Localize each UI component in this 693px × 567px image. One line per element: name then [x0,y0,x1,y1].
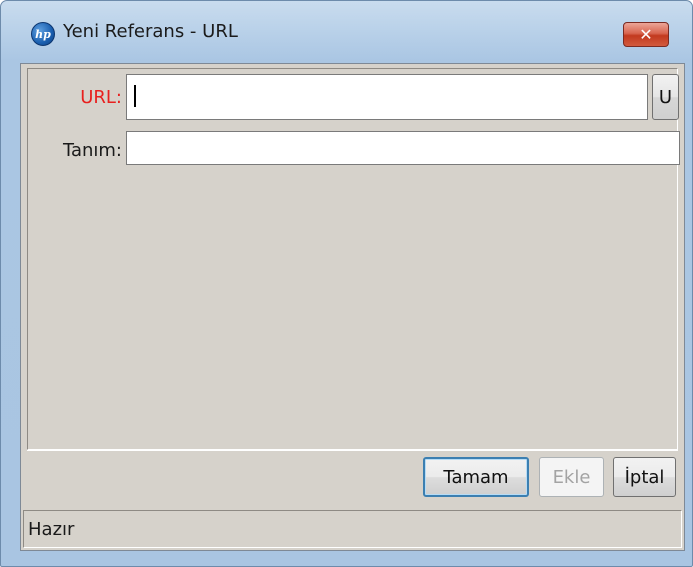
form-panel: URL: U Tanım: [27,68,680,450]
ok-button[interactable]: Tamam [423,457,529,497]
status-bar: Hazır [23,510,682,548]
url-label: URL: [80,87,122,108]
cancel-button[interactable]: İptal [613,457,676,497]
hp-logo-icon: hp [31,22,55,46]
description-label: Tanım: [62,140,122,161]
window-title: Yeni Referans - URL [63,21,238,42]
add-button[interactable]: Ekle [539,457,604,497]
text-caret [134,85,136,107]
url-browse-button[interactable]: U [652,74,679,120]
close-button[interactable]: ✕ [623,22,669,47]
dialog-window: hp Yeni Referans - URL ✕ URL: U Tanım: T… [0,0,693,567]
description-input[interactable] [126,131,680,165]
close-icon: ✕ [639,26,653,44]
button-bar: Tamam Ekle İptal [27,450,678,508]
title-bar[interactable]: hp Yeni Referans - URL ✕ [1,1,692,63]
dialog-client-area: URL: U Tanım: Tamam Ekle İptal Hazır [20,63,685,551]
url-input[interactable] [126,74,648,120]
status-text: Hazır [28,519,75,540]
